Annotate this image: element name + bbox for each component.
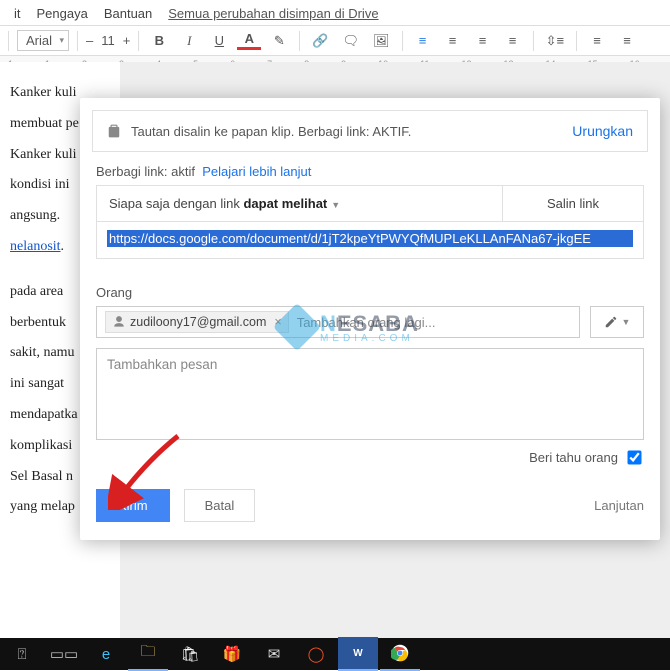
highlight-button[interactable]: ✎ <box>267 31 291 51</box>
message-textarea[interactable]: Tambahkan pesan <box>96 348 644 440</box>
explore-button[interactable]: ⍰ <box>2 638 42 670</box>
line-spacing-button[interactable]: ⇳≡ <box>542 31 568 51</box>
clipboard-notice: Tautan disalin ke papan klip. Berbagi li… <box>92 110 648 152</box>
minus-icon[interactable]: – <box>86 33 93 48</box>
permission-edit-button[interactable]: ▼ <box>590 306 644 338</box>
word-icon[interactable]: W <box>338 637 378 671</box>
font-size-stepper[interactable]: – 11 + <box>86 33 130 48</box>
bulleted-list-button[interactable]: ≡ <box>615 31 639 50</box>
menu-item[interactable]: it <box>8 4 27 23</box>
task-view-button[interactable]: ▭▭ <box>44 638 84 670</box>
align-center-button[interactable]: ≡ <box>441 31 465 50</box>
cancel-button[interactable]: Batal <box>184 489 256 522</box>
italic-button[interactable]: I <box>177 31 201 51</box>
advanced-link[interactable]: Lanjutan <box>594 498 644 513</box>
underline-button[interactable]: U <box>207 31 231 50</box>
menubar: it Pengaya Bantuan Semua perubahan disim… <box>0 0 670 25</box>
font-select[interactable]: Arial <box>17 30 69 51</box>
recipient-chip[interactable]: zudiloony17@gmail.com × <box>105 311 289 333</box>
bold-button[interactable]: B <box>147 31 171 50</box>
share-url-text[interactable]: https://docs.google.com/document/d/1jT2k… <box>107 230 633 247</box>
notify-checkbox[interactable] <box>627 450 641 464</box>
permission-row: Siapa saja dengan link dapat melihat▼ Sa… <box>96 185 644 222</box>
share-dialog: Tautan disalin ke papan klip. Berbagi li… <box>80 98 660 540</box>
chevron-down-icon: ▼ <box>327 200 340 210</box>
insert-link-button[interactable]: 🔗 <box>308 31 332 51</box>
people-label: Orang <box>80 259 660 306</box>
office-icon[interactable]: ◯ <box>296 638 336 670</box>
text-color-button[interactable]: A <box>237 31 261 50</box>
notify-label: Beri tahu orang <box>529 450 618 465</box>
chevron-down-icon: ▼ <box>622 317 631 327</box>
clipboard-icon <box>107 124 121 138</box>
send-button[interactable]: Kirim <box>96 489 170 522</box>
save-status[interactable]: Semua perubahan disimpan di Drive <box>162 4 384 23</box>
insert-image-button[interactable]: 🖼 <box>369 31 394 51</box>
doc-hyperlink[interactable]: nelanosit <box>10 239 61 254</box>
person-icon <box>112 315 126 329</box>
file-explorer-icon[interactable]: 🗀 <box>128 637 168 671</box>
plus-icon[interactable]: + <box>123 33 131 48</box>
store-icon[interactable]: 🛍 <box>170 638 210 670</box>
notice-text: Tautan disalin ke papan klip. Berbagi li… <box>131 124 411 139</box>
learn-more-link[interactable]: Pelajari lebih lanjut <box>202 164 311 179</box>
copy-link-button[interactable]: Salin link <box>502 186 643 221</box>
align-justify-button[interactable]: ≡ <box>501 31 525 50</box>
undo-link[interactable]: Urungkan <box>572 123 633 139</box>
numbered-list-button[interactable]: ≡ <box>585 31 609 50</box>
share-url-field[interactable]: https://docs.google.com/document/d/1jT2k… <box>96 222 644 259</box>
remove-chip-icon[interactable]: × <box>270 315 285 329</box>
format-toolbar: Arial – 11 + B I U A ✎ 🔗 🗨 🖼 ≡ ≡ ≡ ≡ ⇳≡ … <box>0 25 670 56</box>
link-share-status: Berbagi link: aktif Pelajari lebih lanju… <box>80 164 660 185</box>
chrome-icon[interactable] <box>380 637 420 671</box>
menu-item[interactable]: Pengaya <box>31 4 94 23</box>
insert-comment-button[interactable]: 🗨 <box>339 31 364 51</box>
edge-icon[interactable]: e <box>86 638 126 670</box>
gift-icon[interactable]: 🎁 <box>212 638 252 670</box>
permission-dropdown[interactable]: Siapa saja dengan link dapat melihat▼ <box>97 186 502 221</box>
menu-item[interactable]: Bantuan <box>98 4 158 23</box>
align-left-button[interactable]: ≡ <box>411 31 435 50</box>
pencil-icon <box>604 315 618 329</box>
people-input[interactable]: zudiloony17@gmail.com × Tambahkan orang … <box>96 306 580 338</box>
font-size-value[interactable]: 11 <box>101 33 115 48</box>
windows-taskbar: ⍰ ▭▭ e 🗀 🛍 🎁 ✉ ◯ W <box>0 638 670 670</box>
people-placeholder: Tambahkan orang lagi... <box>297 315 436 330</box>
align-right-button[interactable]: ≡ <box>471 31 495 50</box>
mail-icon[interactable]: ✉ <box>254 638 294 670</box>
